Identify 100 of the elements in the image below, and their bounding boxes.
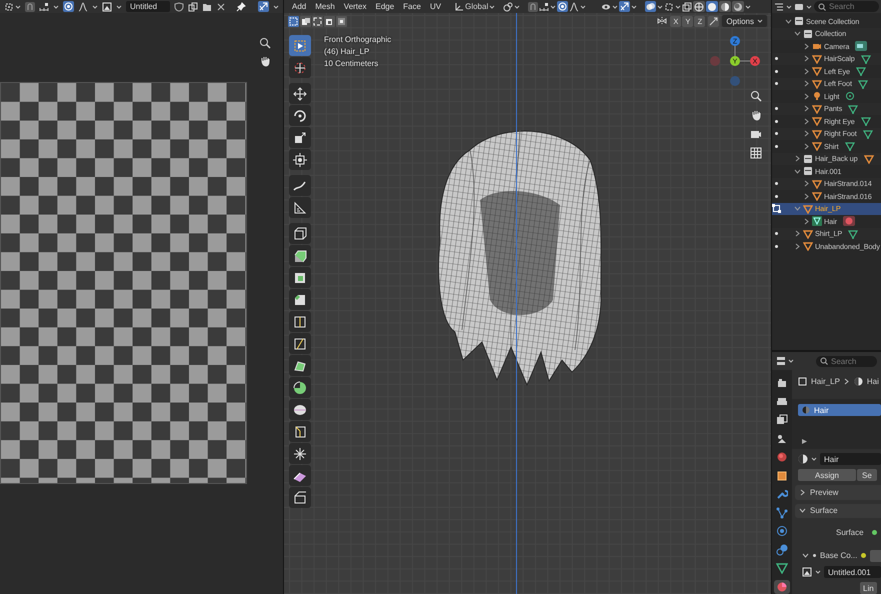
select-mode-button[interactable]: [324, 16, 335, 26]
hand-icon[interactable]: [259, 55, 271, 67]
falloff-curve-icon[interactable]: [78, 2, 88, 12]
material-button[interactable]: Se: [857, 469, 877, 482]
menu-item[interactable]: Vertex: [340, 2, 370, 11]
tool-button[interactable]: [289, 421, 311, 442]
tool-button[interactable]: [289, 443, 311, 464]
caret-icon[interactable]: [514, 4, 520, 10]
menu-item[interactable]: Add: [288, 2, 310, 11]
grid-icon[interactable]: [750, 147, 762, 159]
menu-item[interactable]: UV: [426, 2, 446, 11]
close-icon[interactable]: [216, 2, 226, 12]
panel-header[interactable]: Preview: [795, 485, 881, 500]
falloff-curve-icon[interactable]: [569, 2, 580, 12]
tool-button[interactable]: [289, 377, 311, 398]
magnet-icon[interactable]: [528, 2, 538, 12]
tool-button[interactable]: [289, 197, 311, 218]
tool-button[interactable]: [289, 35, 311, 56]
auto-merge-icon[interactable]: [708, 16, 720, 26]
shading-mode-button[interactable]: [693, 1, 706, 12]
snap-increment-icon[interactable]: [539, 2, 550, 12]
properties-tab[interactable]: [774, 506, 790, 520]
image-name-field[interactable]: Untitled: [126, 1, 170, 12]
mesh-select-icon[interactable]: [664, 2, 674, 12]
tool-button[interactable]: [289, 149, 311, 170]
caret-icon[interactable]: [786, 4, 792, 10]
panel-header[interactable]: Surface: [795, 504, 881, 518]
tool-button[interactable]: [289, 105, 311, 126]
material-name-field[interactable]: Hair: [820, 453, 881, 466]
caret-icon[interactable]: [273, 4, 279, 10]
caret-icon[interactable]: [788, 358, 794, 364]
tool-button[interactable]: [289, 223, 311, 244]
shading-mode-button[interactable]: [719, 1, 732, 12]
options-dropdown[interactable]: Options: [722, 15, 767, 27]
proportional-edit-button[interactable]: [557, 1, 568, 12]
hand-icon[interactable]: [750, 109, 762, 121]
material-slot[interactable]: Hair: [798, 404, 881, 416]
zoom-icon[interactable]: [259, 37, 271, 49]
breadcrumb-item[interactable]: Hai: [866, 377, 879, 386]
eye-icon[interactable]: [601, 2, 612, 12]
navigation-gizmo[interactable]: [710, 36, 760, 86]
uv-sync-button[interactable]: [258, 1, 269, 12]
tool-button[interactable]: [289, 57, 311, 78]
tool-button[interactable]: [289, 289, 311, 310]
select-mode-button[interactable]: [312, 16, 323, 26]
select-mode-button[interactable]: [336, 16, 347, 26]
interpolation-dropdown[interactable]: Lin: [860, 582, 877, 594]
duplicate-icon[interactable]: [188, 2, 198, 12]
image-icon[interactable]: [802, 567, 812, 577]
select-mode-button[interactable]: [300, 16, 311, 26]
shading-mode-button[interactable]: [706, 1, 718, 12]
caret-icon[interactable]: [612, 4, 618, 10]
properties-tab[interactable]: [774, 413, 790, 427]
tool-button[interactable]: [289, 399, 311, 420]
proportional-edit-button[interactable]: [63, 1, 74, 12]
search-field[interactable]: Search: [814, 1, 879, 12]
caret-icon[interactable]: [815, 569, 821, 575]
tool-button[interactable]: [289, 175, 311, 196]
image-icon[interactable]: [102, 2, 112, 12]
list-view-icon[interactable]: [774, 2, 784, 12]
caret-icon[interactable]: [631, 4, 638, 10]
chevron-down-icon[interactable]: [794, 205, 801, 212]
caret-icon[interactable]: [657, 4, 664, 10]
pin-icon[interactable]: [236, 2, 246, 12]
shield-icon[interactable]: [174, 2, 184, 12]
pivot-link-icon[interactable]: [503, 2, 514, 12]
menu-item[interactable]: Mesh: [311, 2, 339, 11]
caret-icon[interactable]: [489, 4, 496, 10]
tool-button[interactable]: [289, 487, 311, 508]
caret-icon[interactable]: [116, 4, 122, 10]
tool-button[interactable]: [289, 465, 311, 486]
tool-button[interactable]: [289, 333, 311, 354]
tool-button[interactable]: [289, 267, 311, 288]
caret-icon[interactable]: [92, 4, 98, 10]
caret-icon[interactable]: [53, 4, 59, 10]
caret-icon[interactable]: [811, 456, 817, 462]
value-field[interactable]: [870, 550, 881, 562]
material-button[interactable]: Assign: [798, 469, 856, 482]
folder-icon[interactable]: [202, 2, 212, 12]
tool-button[interactable]: [289, 83, 311, 104]
editor-type-icon[interactable]: [776, 356, 786, 366]
orientation-dropdown[interactable]: Global: [465, 2, 488, 11]
mirror-icon[interactable]: [657, 16, 668, 26]
caret-icon[interactable]: [806, 4, 812, 10]
caret-icon[interactable]: [675, 4, 682, 10]
search-field[interactable]: Search: [816, 356, 877, 366]
menu-item[interactable]: Face: [399, 2, 425, 11]
snap-increment-icon[interactable]: [39, 2, 49, 12]
magnet-icon[interactable]: [25, 2, 35, 12]
caret-icon[interactable]: [15, 4, 21, 10]
shading-mode-button[interactable]: [732, 1, 744, 12]
gizmo-toggle-button[interactable]: [619, 1, 630, 12]
sphere-icon[interactable]: [798, 454, 808, 464]
tool-button[interactable]: [289, 311, 311, 332]
overlay-toggle-button[interactable]: [645, 1, 656, 12]
tool-button[interactable]: [289, 355, 311, 376]
zoom-icon[interactable]: [750, 90, 762, 102]
orientation-axes-icon[interactable]: [454, 2, 464, 12]
tool-button[interactable]: [289, 245, 311, 266]
xray-icon[interactable]: [682, 2, 692, 12]
